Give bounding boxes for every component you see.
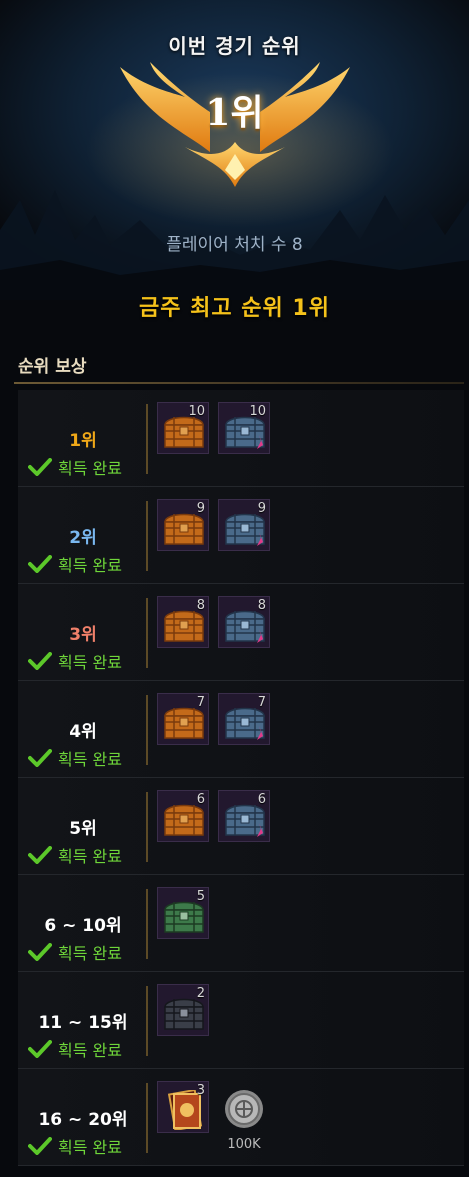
reward-status: 획득 완료 bbox=[28, 844, 122, 866]
row-divider bbox=[146, 501, 148, 571]
player-kills: 플레이어 처치 수 8 bbox=[166, 235, 303, 255]
rank-reward-list: 1위 획득 완료 10 10 2위 획득 완료 9 9 3위 획득 완료 8 8 4위 획득 완료 7 7 5위… bbox=[18, 390, 464, 1166]
reward-item[interactable]: 3 bbox=[157, 1081, 209, 1133]
reward-status: 획득 완료 bbox=[28, 553, 122, 575]
reward-status-label: 획득 완료 bbox=[58, 750, 122, 769]
item-count: 8 bbox=[257, 598, 266, 613]
checkmark-icon bbox=[28, 1137, 52, 1155]
match-result-title: 이번 경기 순위 bbox=[168, 34, 301, 58]
reward-row: 4위 획득 완료 7 7 bbox=[18, 681, 464, 778]
reward-items: 88 bbox=[157, 596, 279, 648]
reward-item[interactable]: 10 bbox=[218, 402, 270, 454]
reward-rank-label: 16 ~ 20위 bbox=[38, 1110, 128, 1130]
reward-row: 3위 획득 완료 8 8 bbox=[18, 584, 464, 681]
reward-item[interactable]: 8 bbox=[157, 596, 209, 648]
reward-rank-label: 2위 bbox=[69, 528, 97, 548]
reward-items: 77 bbox=[157, 693, 279, 745]
reward-row: 16 ~ 20위획득 완료 3 100K bbox=[18, 1069, 464, 1166]
result-banner: 이번 경기 순위 1위 플레이어 처치 수 8 bbox=[0, 0, 469, 300]
reward-status-label: 획득 완료 bbox=[58, 944, 122, 963]
checkmark-icon bbox=[28, 458, 52, 476]
reward-item[interactable]: 2 bbox=[157, 984, 209, 1036]
reward-status-label: 획득 완료 bbox=[58, 556, 122, 575]
reward-status-label: 획득 완료 bbox=[58, 847, 122, 866]
reward-rank-label: 3위 bbox=[69, 625, 97, 645]
reward-item[interactable]: 6 bbox=[157, 790, 209, 842]
checkmark-icon bbox=[28, 749, 52, 767]
row-divider bbox=[146, 695, 148, 765]
reward-item[interactable]: 7 bbox=[218, 693, 270, 745]
reward-row: 11 ~ 15위획득 완료 2 bbox=[18, 972, 464, 1069]
reward-status-label: 획득 완료 bbox=[58, 653, 122, 672]
item-count: 6 bbox=[257, 792, 266, 807]
reward-items: 2 bbox=[157, 984, 218, 1036]
current-rank: 1위 bbox=[205, 92, 264, 134]
reward-rank-label: 11 ~ 15위 bbox=[38, 1013, 128, 1033]
row-divider bbox=[146, 404, 148, 474]
reward-item[interactable]: 9 bbox=[218, 499, 270, 551]
item-count: 7 bbox=[196, 695, 205, 710]
reward-row: 2위 획득 완료 9 9 bbox=[18, 487, 464, 584]
reward-rank-label: 6 ~ 10위 bbox=[44, 916, 122, 936]
reward-row: 6 ~ 10위획득 완료 5 bbox=[18, 875, 464, 972]
item-count: 6 bbox=[196, 792, 205, 807]
reward-item[interactable]: 100K bbox=[218, 1081, 270, 1152]
item-count: 2 bbox=[196, 986, 205, 1001]
reward-status-label: 획득 완료 bbox=[58, 1041, 122, 1060]
row-divider bbox=[146, 889, 148, 959]
reward-item[interactable]: 6 bbox=[218, 790, 270, 842]
reward-row: 5위 획득 완료 6 6 bbox=[18, 778, 464, 875]
reward-item[interactable]: 9 bbox=[157, 499, 209, 551]
reward-items: 5 bbox=[157, 887, 218, 939]
reward-item[interactable]: 5 bbox=[157, 887, 209, 939]
section-divider bbox=[14, 382, 464, 384]
reward-items: 3 100K bbox=[157, 1081, 279, 1152]
item-count: 9 bbox=[196, 501, 205, 516]
reward-status-label: 획득 완료 bbox=[58, 459, 122, 478]
item-count: 10 bbox=[188, 404, 205, 419]
item-amount-label: 100K bbox=[227, 1137, 261, 1152]
reward-items: 99 bbox=[157, 499, 279, 551]
reward-status: 획득 완료 bbox=[28, 747, 122, 769]
checkmark-icon bbox=[28, 555, 52, 573]
weekly-best-rank: 금주 최고 순위 1위 bbox=[139, 296, 330, 321]
row-divider bbox=[146, 598, 148, 668]
reward-status: 획득 완료 bbox=[28, 941, 122, 963]
reward-row: 1위획득 완료 10 10 bbox=[18, 390, 464, 487]
reward-status: 획득 완료 bbox=[28, 650, 122, 672]
checkmark-icon bbox=[28, 846, 52, 864]
item-count: 7 bbox=[257, 695, 266, 710]
reward-items: 10 10 bbox=[157, 402, 279, 454]
reward-rank-label: 5위 bbox=[69, 819, 97, 839]
reward-item[interactable]: 7 bbox=[157, 693, 209, 745]
item-count: 10 bbox=[249, 404, 266, 419]
reward-status-label: 획득 완료 bbox=[58, 1138, 122, 1157]
row-divider bbox=[146, 1083, 148, 1153]
item-count: 5 bbox=[196, 889, 205, 904]
row-divider bbox=[146, 792, 148, 862]
checkmark-icon bbox=[28, 943, 52, 961]
checkmark-icon bbox=[28, 652, 52, 670]
reward-status: 획득 완료 bbox=[28, 1135, 122, 1157]
reward-item[interactable]: 10 bbox=[157, 402, 209, 454]
item-count: 8 bbox=[196, 598, 205, 613]
row-divider bbox=[146, 986, 148, 1056]
item-count: 9 bbox=[257, 501, 266, 516]
reward-status: 획득 완료 bbox=[28, 456, 122, 478]
rank-rewards-title: 순위 보상 bbox=[18, 357, 87, 377]
reward-status: 획득 완료 bbox=[28, 1038, 122, 1060]
reward-rank-label: 4위 bbox=[69, 722, 97, 742]
item-count: 3 bbox=[196, 1083, 205, 1098]
reward-item[interactable]: 8 bbox=[218, 596, 270, 648]
reward-rank-label: 1위 bbox=[69, 431, 97, 451]
checkmark-icon bbox=[28, 1040, 52, 1058]
reward-items: 66 bbox=[157, 790, 279, 842]
